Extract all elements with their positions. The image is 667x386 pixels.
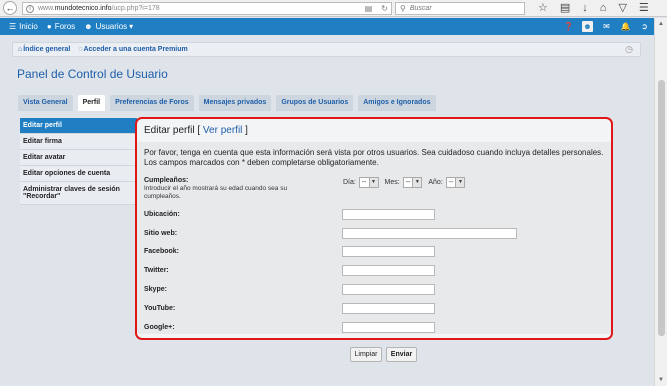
chevron-down-icon: ▼ (412, 178, 422, 187)
chevron-down-icon: ▾ (129, 22, 134, 31)
nav-item-label: Foros (54, 22, 76, 31)
sidebar-item-claves-sesion[interactable]: Administrar claves de sesión "Recordar" (20, 182, 137, 205)
location-label: Ubicación: (144, 211, 180, 218)
form-title: Editar perfil (144, 125, 195, 136)
pocket-icon[interactable]: ▽ (618, 1, 626, 15)
messages-icon[interactable]: ✉ (601, 21, 612, 32)
tab-vista-general[interactable]: Vista General (18, 95, 73, 111)
home-icon: ⌂ (18, 46, 23, 53)
premium-icon: ◌ (78, 46, 83, 53)
twitter-field[interactable] (342, 265, 435, 276)
birthday-hint: Introducir el año mostrará su edad cuand… (144, 185, 288, 200)
month-select[interactable]: -- ▼ (402, 177, 423, 188)
nav-item-usuarios[interactable]: ☻ Usuarios ▾ (84, 22, 136, 31)
scroll-down-arrow-icon[interactable]: ▼ (658, 377, 664, 383)
tab-bar: Vista General Perfil Preferencias de For… (18, 95, 436, 111)
googleplus-field[interactable] (342, 322, 435, 333)
notifications-bell-icon[interactable]: 🔔 (620, 21, 631, 32)
nav-item-label: Usuarios (95, 22, 128, 31)
browser-tools: ☆ ▤ ↓ ⌂ ▽ ☰ (538, 1, 649, 15)
download-icon[interactable]: ↓ (582, 1, 588, 15)
reader-view-icon[interactable]: ▤ (365, 3, 373, 14)
youtube-label: YouTube: (144, 305, 176, 312)
help-icon[interactable]: ❓ (563, 21, 574, 32)
url-text: www.mundotecnico.info/ucp.php?i=178 (38, 5, 160, 12)
facebook-label: Facebook: (144, 248, 180, 255)
chevron-down-icon: ▼ (455, 178, 465, 187)
reset-button[interactable]: Limpiar (350, 347, 382, 362)
sidebar: Editar perfil Editar firma Editar avatar… (20, 118, 137, 205)
website-label: Sitio web: (144, 230, 178, 237)
page-title: Panel de Control de Usuario (17, 67, 168, 81)
twitter-label: Twitter: (144, 267, 169, 274)
tab-perfil[interactable]: Perfil (77, 95, 106, 111)
location-field[interactable] (342, 209, 435, 220)
submit-button[interactable]: Enviar (386, 347, 417, 362)
breadcrumb-label: Acceder a una cuenta Premium (83, 46, 188, 53)
logout-icon[interactable]: ➲ (639, 21, 650, 32)
tab-grupos[interactable]: Grupos de Usuarios (276, 95, 354, 111)
sidebar-item-editar-avatar[interactable]: Editar avatar (20, 150, 137, 166)
user-profile-icon[interactable]: ☻ (582, 21, 593, 32)
year-select[interactable]: -- ▼ (445, 177, 466, 188)
bookmark-star-icon[interactable]: ☆ (538, 1, 548, 15)
breadcrumb: ⌂ Índice general ◌ Acceder a una cuenta … (12, 42, 641, 57)
home-icon[interactable]: ⌂ (600, 1, 607, 15)
tab-mensajes[interactable]: Mensajes privados (198, 95, 272, 111)
skype-label: Skype: (144, 286, 167, 293)
browser-toolbar: ← i www.mundotecnico.info/ucp.php?i=178 … (0, 0, 667, 17)
breadcrumb-home[interactable]: ⌂ Índice general (18, 46, 70, 53)
page-scrollbar[interactable]: ▲ ▼ (654, 18, 667, 386)
tab-amigos[interactable]: Amigos e Ignorados (358, 95, 436, 111)
tab-preferencias[interactable]: Preferencias de Foros (110, 95, 194, 111)
navbar-actions: ❓ ☻ ✉ 🔔 ➲ (563, 21, 650, 32)
address-bar[interactable]: i www.mundotecnico.info/ucp.php?i=178 ▤ … (22, 2, 392, 15)
birthday-selects: Día: -- ▼ Mes: -- ▼ Año: -- ▼ (343, 177, 466, 188)
day-select[interactable]: -- ▼ (358, 177, 379, 188)
edit-profile-form: Editar perfil [ Ver perfil ] Por favor, … (135, 117, 613, 340)
facebook-field[interactable] (342, 246, 435, 257)
sidebar-item-editar-perfil[interactable]: Editar perfil (20, 118, 137, 134)
info-icon[interactable]: i (26, 4, 34, 13)
nav-item-inicio[interactable]: ☰ Inicio (9, 22, 38, 31)
nav-item-label: Inicio (19, 22, 38, 31)
url-actions: ▤ ↻ (365, 3, 388, 14)
library-icon[interactable]: ▤ (560, 1, 570, 15)
website-field[interactable] (342, 228, 517, 239)
reload-icon[interactable]: ↻ (381, 3, 388, 14)
clock-icon: ◷ (625, 44, 633, 54)
scrollbar-thumb[interactable] (658, 80, 665, 336)
breadcrumb-label: Índice general (23, 46, 71, 53)
breadcrumb-premium[interactable]: ◌ Acceder a una cuenta Premium (78, 46, 187, 53)
sidebar-item-editar-firma[interactable]: Editar firma (20, 134, 137, 150)
sidebar-item-opciones-cuenta[interactable]: Editar opciones de cuenta (20, 166, 137, 182)
chevron-down-icon: ▼ (368, 178, 378, 187)
scroll-up-arrow-icon[interactable]: ▲ (658, 21, 664, 27)
menu-icon: ☰ (9, 22, 17, 31)
nav-item-foros[interactable]: ● Foros (47, 22, 75, 31)
search-bar[interactable]: ⚲ (395, 2, 525, 15)
view-profile-link[interactable]: Ver perfil (203, 125, 242, 136)
search-icon: ⚲ (400, 4, 406, 13)
skype-field[interactable] (342, 284, 435, 295)
back-arrow-icon[interactable]: ← (3, 1, 17, 15)
form-intro: Por favor, tenga en cuenta que esta info… (144, 148, 604, 167)
site-navbar: ☰ Inicio ● Foros ☻ Usuarios ▾ ❓ ☻ ✉ 🔔 ➲ (0, 18, 654, 35)
birthday-label: Cumpleaños: (144, 177, 189, 184)
chat-icon: ● (46, 22, 52, 31)
search-input[interactable] (409, 5, 510, 12)
googleplus-label: Google+: (144, 324, 175, 331)
hamburger-menu-icon[interactable]: ☰ (639, 1, 649, 15)
form-heading: Editar perfil [ Ver perfil ] (144, 125, 248, 136)
users-icon: ☻ (84, 22, 93, 31)
youtube-field[interactable] (342, 303, 435, 314)
